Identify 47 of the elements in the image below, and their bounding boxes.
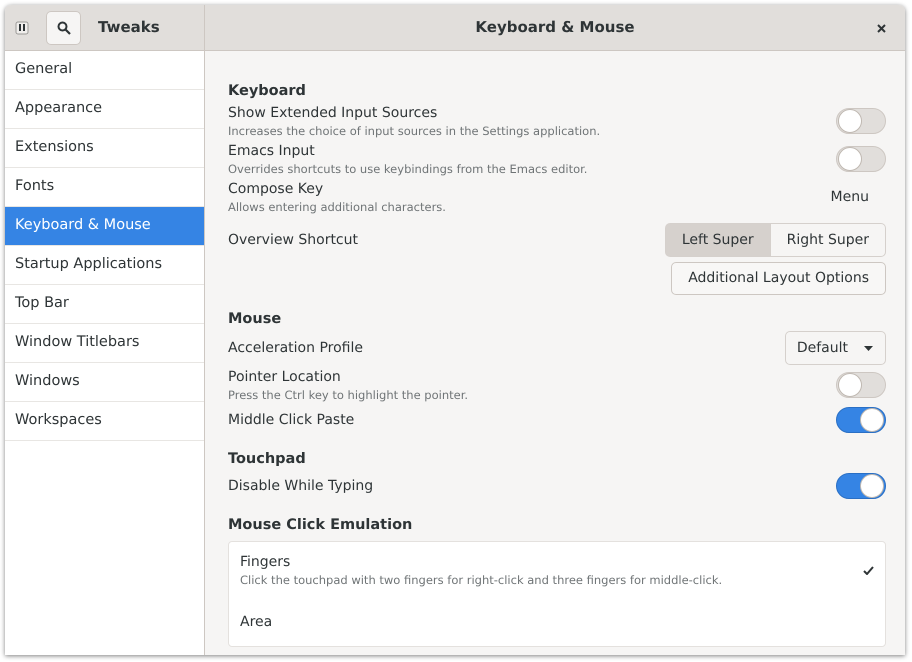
app-title: Tweaks [98, 17, 160, 38]
toggle-switch[interactable] [836, 146, 886, 172]
toggle-option[interactable]: Left Super [664, 223, 771, 257]
sidebar-item[interactable]: Window Titlebars [5, 324, 204, 363]
toggle-option[interactable]: Right Super [770, 223, 886, 257]
setting-label: Show Extended Input Sources [228, 104, 438, 123]
option-label: Fingers [240, 553, 292, 572]
setting-description: Allows entering additional characters. [228, 199, 446, 215]
toggle-switch[interactable] [836, 108, 886, 134]
toggle-switch[interactable] [836, 407, 886, 433]
setting-label: Overview Shortcut [228, 231, 358, 250]
option-description: Click the touchpad with two fingers for right-click and three fingers for middle-click. [240, 572, 722, 588]
page-title: Keyboard & Mouse [475, 17, 635, 38]
section-heading: Keyboard [228, 82, 307, 101]
setting-label: Disable While Typing [228, 477, 374, 496]
layout-options-button[interactable]: Additional Layout Options [671, 262, 886, 295]
setting-label: Acceleration Profile [228, 339, 363, 358]
setting-label: Middle Click Paste [228, 411, 354, 430]
profile-dropdown[interactable]: Default [784, 331, 886, 365]
section-heading: Touchpad [228, 450, 307, 469]
sidebar-item[interactable]: General [5, 51, 204, 90]
app-icon [15, 20, 29, 34]
option-row[interactable]: Fingers Click the touchpad with two fingers for right-click and three fingers for middle-click. [229, 542, 885, 602]
sidebar-item[interactable]: Extensions [5, 129, 204, 168]
toggle-switch[interactable] [836, 473, 886, 499]
setting-description: Press the Ctrl key to highlight the pointer. [228, 387, 468, 403]
sidebar-item[interactable]: Windows [5, 363, 204, 402]
setting-label: Emacs Input [228, 142, 316, 161]
option-label: Area [240, 613, 272, 632]
sidebar-item[interactable]: Startup Applications [5, 246, 204, 285]
caret-icon [864, 346, 873, 350]
search-icon [56, 20, 70, 34]
sidebar-item[interactable]: Appearance [5, 90, 204, 129]
setting-label: Pointer Location [228, 368, 342, 387]
sidebar-item[interactable]: Top Bar [5, 285, 204, 324]
search-button[interactable] [46, 10, 81, 44]
section-heading: Mouse Click Emulation [228, 516, 414, 535]
setting-label: Compose Key [228, 180, 324, 199]
setting-description: Increases the choice of input sources in the Settings application. [228, 123, 600, 139]
close-icon [876, 24, 886, 32]
option-row[interactable]: Area [229, 602, 885, 646]
toggle-switch[interactable] [836, 372, 886, 398]
sidebar-item[interactable]: Workspaces [5, 402, 204, 441]
section-heading: Mouse [228, 310, 282, 329]
compose-key-value[interactable]: Menu [830, 186, 869, 208]
sidebar-item[interactable]: Keyboard & Mouse [5, 207, 204, 246]
setting-description: Overrides shortcuts to use keybindings from the Emacs editor. [228, 161, 588, 177]
